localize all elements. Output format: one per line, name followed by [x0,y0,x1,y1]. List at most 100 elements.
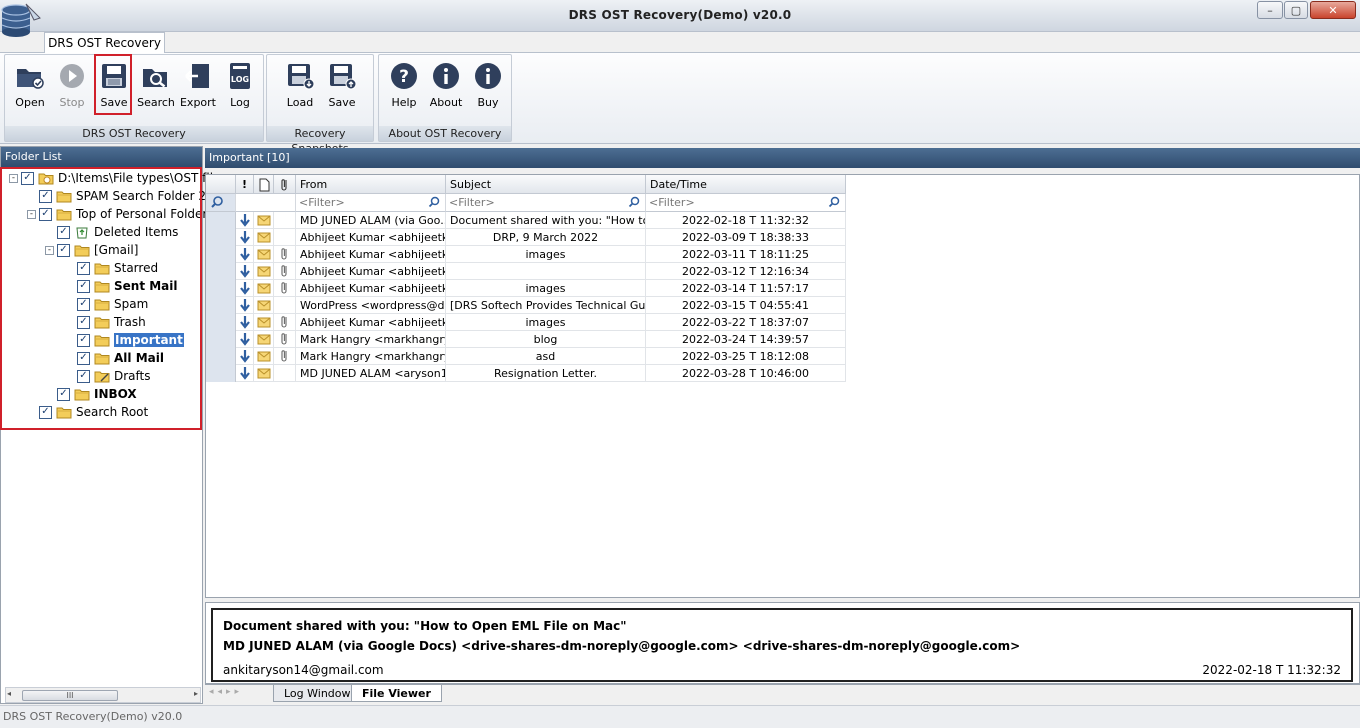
mail-row[interactable]: Abhijeet Kumar <abhijeetku... 2022-03-12 … [206,263,846,280]
search-icon [143,69,167,88]
bottom-tab-bar: ◂◂▸▸ Log Window File Viewer [205,684,1360,703]
importance-column-header[interactable]: ! [236,175,254,194]
mail-row[interactable]: Abhijeet Kumar <abhijeetku...images2022-… [206,246,846,263]
buy-label: Buy [477,96,499,109]
about-button[interactable]: About [425,61,467,113]
mail-row[interactable]: WordPress <wordpress@da... [DRS Softech P… [206,297,846,314]
scrollbar-thumb[interactable]: III [22,690,118,701]
open-icon [17,69,44,89]
mail-datetime: 2022-03-09 T 18:38:33 [646,229,846,246]
tab-nav-arrows-icon[interactable]: ◂◂▸▸ [209,687,243,697]
mail-row[interactable]: Abhijeet Kumar <abhijeetku...images2022-… [206,314,846,331]
row-selector[interactable] [206,263,236,280]
envelope-icon [254,263,274,280]
buy-button[interactable]: Buy [467,61,509,113]
datetime-column-header[interactable]: Date/Time [646,175,846,194]
paperclip-icon [274,246,296,263]
filter-row-selector[interactable] [206,194,236,212]
row-selector[interactable] [206,246,236,263]
export-button[interactable]: Export [177,61,219,113]
load-snapshot-button[interactable]: Load [279,61,321,113]
subject-filter-input[interactable]: <Filter> [446,194,646,212]
load-icon [288,64,315,90]
low-importance-icon [236,314,254,331]
mail-subject: images [446,246,646,263]
envelope-icon [254,348,274,365]
mail-subject: blog [446,331,646,348]
row-selector[interactable] [206,229,236,246]
paperclip-icon [274,280,296,297]
save-button-highlight [94,54,132,115]
document-icon [259,178,270,192]
message-preview: Document shared with you: "How to Open E… [211,608,1353,682]
window-title: DRS OST Recovery(Demo) v20.0 [568,8,792,22]
stop-label: Stop [59,96,85,109]
log-icon: LOG [230,63,250,89]
row-selector[interactable] [206,365,236,382]
open-button[interactable]: Open [9,61,51,113]
preview-subject: Document shared with you: "How to Open E… [223,619,627,633]
group-label: DRS OST Recovery [5,126,263,141]
mail-row[interactable]: MD JUNED ALAM (via Goo... Document shared… [206,212,846,229]
load-label: Load [286,96,314,109]
low-importance-icon [236,263,254,280]
close-button[interactable]: ✕ [1310,1,1356,19]
stop-button[interactable]: Stop [51,61,93,113]
mail-from: Abhijeet Kumar <abhijeetku... [296,314,446,331]
envelope-icon [254,280,274,297]
row-selector[interactable] [206,280,236,297]
mail-row[interactable]: MD JUNED ALAM <aryson1... Resignation Let… [206,365,846,382]
search-icon [428,196,440,208]
folder-horizontal-scrollbar[interactable]: ◂ III ▸ [5,687,201,703]
mail-subject: Document shared with you: "How to O... [446,212,646,229]
search-button[interactable]: Search [135,61,177,113]
mail-from: Abhijeet Kumar <abhijeetku... [296,246,446,263]
low-importance-icon [236,348,254,365]
row-selector[interactable] [206,212,236,229]
datetime-filter-input[interactable]: <Filter> [646,194,846,212]
envelope-icon [254,246,274,263]
help-button[interactable]: ? Help [383,61,425,113]
about-label: About [429,96,463,109]
minimize-button[interactable]: – [1257,1,1283,19]
folder-tree-highlight [0,167,202,430]
tab-log-window[interactable]: Log Window [273,685,362,702]
from-filter-input[interactable]: <Filter> [296,194,446,212]
no-attachment-cell [274,297,296,314]
mail-datetime: 2022-03-11 T 18:11:25 [646,246,846,263]
scroll-right-arrow-icon[interactable]: ▸ [194,689,198,698]
maximize-button[interactable]: ▢ [1284,1,1308,19]
mail-from: MD JUNED ALAM <aryson1... [296,365,446,382]
tab-file-viewer[interactable]: File Viewer [351,685,442,702]
mail-list-header: Important [10] [205,148,1360,168]
row-selector-header [206,175,236,194]
envelope-icon [254,229,274,246]
mail-row[interactable]: Abhijeet Kumar <abhijeetku...DRP, 9 Marc… [206,229,846,246]
help-icon: ? [391,63,417,89]
mail-row[interactable]: Abhijeet Kumar <abhijeetku...images2022-… [206,280,846,297]
envelope-icon [254,331,274,348]
paperclip-icon [274,263,296,280]
log-button[interactable]: LOG Log [219,61,261,113]
mail-subject: asd [446,348,646,365]
mail-datetime: 2022-03-24 T 14:39:57 [646,331,846,348]
scroll-left-arrow-icon[interactable]: ◂ [7,689,11,698]
row-selector[interactable] [206,297,236,314]
mail-row[interactable]: Mark Hangry <markhangry2...asd2022-03-25… [206,348,846,365]
row-selector[interactable] [206,348,236,365]
search-icon [628,196,640,208]
paperclip-icon [281,179,287,191]
mail-row[interactable]: Mark Hangry <markhangry2...blog2022-03-2… [206,331,846,348]
from-column-header[interactable]: From [296,175,446,194]
search-icon [828,196,840,208]
mail-from: MD JUNED ALAM (via Goo... [296,212,446,229]
mail-from: Abhijeet Kumar <abhijeetku... [296,229,446,246]
ribbon-tab-drs-ost-recovery[interactable]: DRS OST Recovery [44,32,165,53]
attachment-column-header[interactable] [274,175,296,194]
row-selector[interactable] [206,331,236,348]
type-column-header[interactable] [254,175,274,194]
subject-column-header[interactable]: Subject [446,175,646,194]
paperclip-icon [274,331,296,348]
save-snapshot-button[interactable]: Save [321,61,363,113]
row-selector[interactable] [206,314,236,331]
